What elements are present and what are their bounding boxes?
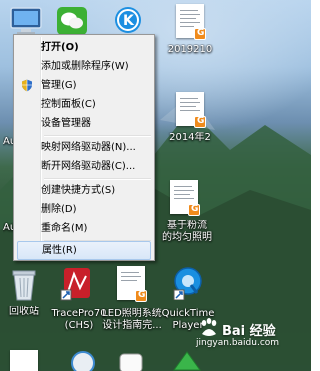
menu-item-open[interactable]: 打开(O) <box>17 38 151 57</box>
menu-item-label: 创建快捷方式(S) <box>41 185 116 196</box>
menu-item-label: 映射网络驱动器(N)... <box>41 142 136 153</box>
document-icon[interactable] <box>10 350 38 371</box>
desktop-icon-label: TracePro70 (CHS) <box>51 308 107 331</box>
document-icon[interactable]: G <box>117 266 147 302</box>
menu-item-label: 打开(O) <box>41 42 79 53</box>
badge-icon: G <box>135 290 147 302</box>
menu-item-disconnect-network-drive[interactable]: 断开网络驱动器(C)... <box>17 157 151 176</box>
watermark-url: jingyan.baidu.com <box>196 338 280 348</box>
wechat-icon[interactable] <box>56 6 88 36</box>
menu-item-delete[interactable]: 删除(D) <box>17 200 151 219</box>
menu-item-label: 断开网络驱动器(C)... <box>41 161 136 172</box>
context-menu: 打开(O) 添加或删除程序(W) 管理(G) 控制面板(C) 设备管理器 映射网… <box>13 34 155 261</box>
menu-item-properties[interactable]: 属性(R) <box>17 241 151 260</box>
menu-item-device-manager[interactable]: 设备管理器 <box>17 114 151 133</box>
desktop-icon-label: 回收站 <box>9 306 39 317</box>
menu-item-label: 删除(D) <box>41 204 77 215</box>
tracepro-icon[interactable] <box>60 266 94 302</box>
app-icon[interactable] <box>118 352 144 371</box>
badge-icon: G <box>194 28 206 40</box>
menu-item-label: 添加或删除程序(W) <box>41 61 129 72</box>
watermark-brand: Bai 经验 <box>222 324 276 339</box>
app-icon[interactable] <box>172 350 202 371</box>
menu-item-manage[interactable]: 管理(G) <box>17 76 151 95</box>
menu-item-map-network-drive[interactable]: 映射网络驱动器(N)... <box>17 138 151 157</box>
desktop-icon-label: 2019210 <box>167 44 213 55</box>
quicktime-icon[interactable] <box>172 266 204 301</box>
app-icon[interactable] <box>70 350 96 371</box>
desktop-icon-label: LED照明系统 设计指南完... <box>102 308 162 331</box>
desktop-icon-label: 基于粉流 的均匀照明 <box>162 220 212 243</box>
document-icon[interactable]: G <box>176 92 206 128</box>
menu-item-create-shortcut[interactable]: 创建快捷方式(S) <box>17 181 151 200</box>
document-icon[interactable]: G <box>170 180 200 216</box>
menu-item-label: 控制面板(C) <box>41 99 96 110</box>
menu-separator <box>44 135 151 137</box>
menu-separator <box>44 178 151 180</box>
menu-item-label: 管理(G) <box>41 80 77 91</box>
recycle-bin-icon[interactable] <box>10 268 38 302</box>
watermark: Bai 经验 jingyan.baidu.com <box>196 318 308 352</box>
badge-icon: G <box>194 116 206 128</box>
document-icon[interactable]: G <box>176 4 206 40</box>
menu-item-label: 属性(R) <box>42 245 77 256</box>
computer-icon[interactable] <box>8 6 44 36</box>
menu-item-control-panel[interactable]: 控制面板(C) <box>17 95 151 114</box>
svg-text:K: K <box>123 13 135 29</box>
baidu-paw-icon <box>201 318 217 336</box>
menu-item-label: 设备管理器 <box>41 118 91 129</box>
kugou-icon[interactable]: K <box>114 6 142 34</box>
shield-icon <box>22 79 32 92</box>
menu-item-rename[interactable]: 重命名(M) <box>17 219 151 238</box>
menu-item-label: 重命名(M) <box>41 223 88 234</box>
menu-item-add-remove-programs[interactable]: 添加或删除程序(W) <box>17 57 151 76</box>
badge-icon: G <box>188 204 200 216</box>
desktop-icon-label: 2014年2 <box>169 132 211 143</box>
